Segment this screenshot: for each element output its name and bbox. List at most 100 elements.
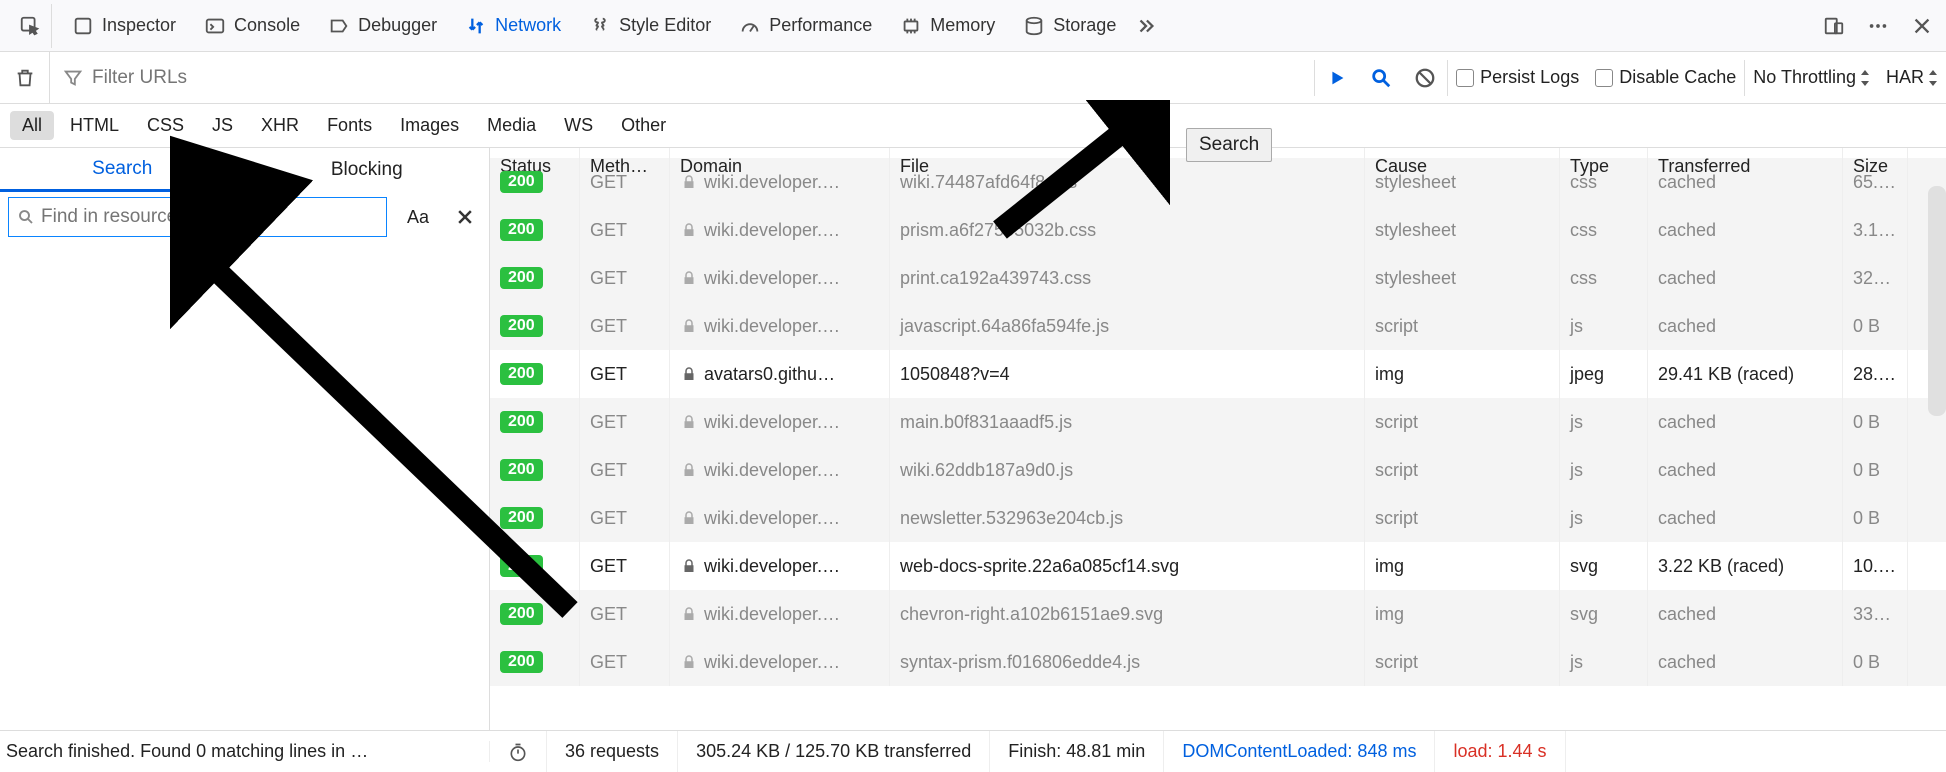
kebab-menu-button[interactable] xyxy=(1862,10,1894,42)
type-filter-all[interactable]: All xyxy=(10,111,54,140)
pick-element-icon xyxy=(19,15,41,37)
tab-network[interactable]: Network xyxy=(451,0,575,51)
block-button[interactable] xyxy=(1403,56,1447,100)
status-pill: 200 xyxy=(500,363,543,385)
side-tab-blocking[interactable]: Blocking xyxy=(245,148,490,192)
storage-icon xyxy=(1023,15,1045,37)
cell-size: 0 B xyxy=(1843,446,1908,494)
lock-icon xyxy=(680,365,698,383)
table-row[interactable]: 200GETwiki.developer.…wiki.62ddb187a9d0.… xyxy=(490,446,1946,494)
search-box xyxy=(8,197,387,237)
block-icon xyxy=(1414,67,1436,89)
cell-cause: stylesheet xyxy=(1365,254,1560,302)
cell-transferred: cached xyxy=(1648,446,1843,494)
table-row[interactable]: 200GETwiki.developer.…print.ca192a439743… xyxy=(490,254,1946,302)
cell-transferred: 29.41 KB (raced) xyxy=(1648,350,1843,398)
pick-element-button[interactable] xyxy=(8,4,52,48)
table-row[interactable]: 200GETwiki.developer.…web-docs-sprite.22… xyxy=(490,542,1946,590)
side-tab-search[interactable]: Search xyxy=(0,148,245,192)
cell-type: css xyxy=(1560,254,1648,302)
overflow-tabs-button[interactable] xyxy=(1130,10,1162,42)
responsive-mode-button[interactable] xyxy=(1818,10,1850,42)
disable-cache-label: Disable Cache xyxy=(1619,67,1736,88)
table-body[interactable]: 200GETwiki.developer.…wiki.74487afd64f8.… xyxy=(490,158,1946,702)
type-filter-images[interactable]: Images xyxy=(388,111,471,140)
cell-method: GET xyxy=(580,350,670,398)
side-panel: Search Blocking Aa xyxy=(0,148,490,730)
type-filter-js[interactable]: JS xyxy=(200,111,245,140)
lock-icon xyxy=(680,173,698,191)
type-filter-fonts[interactable]: Fonts xyxy=(315,111,384,140)
play-button[interactable] xyxy=(1315,56,1359,100)
tab-debugger[interactable]: Debugger xyxy=(314,0,451,51)
close-icon xyxy=(455,207,475,227)
close-search-button[interactable] xyxy=(449,201,481,233)
updown-icon xyxy=(1928,70,1938,86)
search-row: Aa xyxy=(0,192,489,242)
search-toggle-button[interactable] xyxy=(1359,56,1403,100)
lock-icon xyxy=(680,653,698,671)
lock-icon xyxy=(680,605,698,623)
side-tabs: Search Blocking xyxy=(0,148,489,192)
cell-file: web-docs-sprite.22a6a085cf14.svg xyxy=(890,542,1365,590)
table-row[interactable]: 200GETwiki.developer.…newsletter.532963e… xyxy=(490,494,1946,542)
search-tooltip: Search xyxy=(1186,128,1272,162)
performance-profile-button[interactable] xyxy=(490,731,547,772)
har-select[interactable]: HAR xyxy=(1878,67,1946,88)
tab-label: Storage xyxy=(1053,15,1116,36)
cell-method: GET xyxy=(580,542,670,590)
throttling-select[interactable]: No Throttling xyxy=(1745,67,1878,88)
cell-cause: script xyxy=(1365,446,1560,494)
cell-transferred: cached xyxy=(1648,158,1843,206)
cell-domain: wiki.developer.… xyxy=(670,206,890,254)
type-filter-css[interactable]: CSS xyxy=(135,111,196,140)
case-sensitive-toggle[interactable]: Aa xyxy=(395,197,441,237)
table-row[interactable]: 200GETwiki.developer.…javascript.64a86fa… xyxy=(490,302,1946,350)
main-area: Search Blocking Aa Status Meth… Domain F… xyxy=(0,148,1946,730)
status-pill: 200 xyxy=(500,651,543,673)
type-filter-other[interactable]: Other xyxy=(609,111,678,140)
clear-button[interactable] xyxy=(0,52,50,103)
tab-memory[interactable]: Memory xyxy=(886,0,1009,51)
close-devtools-button[interactable] xyxy=(1906,10,1938,42)
cell-file: syntax-prism.f016806edde4.js xyxy=(890,638,1365,686)
cell-type: js xyxy=(1560,638,1648,686)
type-filter-html[interactable]: HTML xyxy=(58,111,131,140)
table-row[interactable]: 200GETwiki.developer.…syntax-prism.f0168… xyxy=(490,638,1946,686)
cell-transferred: cached xyxy=(1648,638,1843,686)
tab-inspector[interactable]: Inspector xyxy=(58,0,190,51)
persist-logs-checkbox[interactable]: Persist Logs xyxy=(1448,67,1587,88)
cell-domain: wiki.developer.… xyxy=(670,158,890,206)
cell-file: chevron-right.a102b6151ae9.svg xyxy=(890,590,1365,638)
tab-style-editor[interactable]: Style Editor xyxy=(575,0,725,51)
table-row[interactable]: 200GETwiki.developer.…main.b0f831aaadf5.… xyxy=(490,398,1946,446)
cell-cause: script xyxy=(1365,398,1560,446)
cell-size: 0 B xyxy=(1843,638,1908,686)
status-pill: 200 xyxy=(500,459,543,481)
table-row[interactable]: 200GETwiki.developer.…wiki.74487afd64f8.… xyxy=(490,158,1946,206)
cell-type: js xyxy=(1560,494,1648,542)
persist-logs-label: Persist Logs xyxy=(1480,67,1579,88)
status-pill: 200 xyxy=(500,267,543,289)
har-label: HAR xyxy=(1886,67,1924,88)
status-pill: 200 xyxy=(500,555,543,577)
checkbox-icon xyxy=(1456,69,1474,87)
cell-file: prism.a6f275e5032b.css xyxy=(890,206,1365,254)
type-filter-xhr[interactable]: XHR xyxy=(249,111,311,140)
filter-urls-input[interactable] xyxy=(92,67,1302,89)
tab-performance[interactable]: Performance xyxy=(725,0,886,51)
disable-cache-checkbox[interactable]: Disable Cache xyxy=(1587,67,1744,88)
cell-size: 10.… xyxy=(1843,542,1908,590)
cell-size: 32… xyxy=(1843,254,1908,302)
tab-storage[interactable]: Storage xyxy=(1009,0,1130,51)
type-filter-ws[interactable]: WS xyxy=(552,111,605,140)
table-row[interactable]: 200GETwiki.developer.…prism.a6f275e5032b… xyxy=(490,206,1946,254)
find-in-resources-input[interactable] xyxy=(41,206,378,228)
cell-file: print.ca192a439743.css xyxy=(890,254,1365,302)
table-row[interactable]: 200GETwiki.developer.…chevron-right.a102… xyxy=(490,590,1946,638)
table-row[interactable]: 200GETavatars0.githu…1050848?v=4imgjpeg2… xyxy=(490,350,1946,398)
tab-console[interactable]: Console xyxy=(190,0,314,51)
scrollbar[interactable] xyxy=(1928,186,1946,416)
type-filter-media[interactable]: Media xyxy=(475,111,548,140)
cell-cause: stylesheet xyxy=(1365,206,1560,254)
